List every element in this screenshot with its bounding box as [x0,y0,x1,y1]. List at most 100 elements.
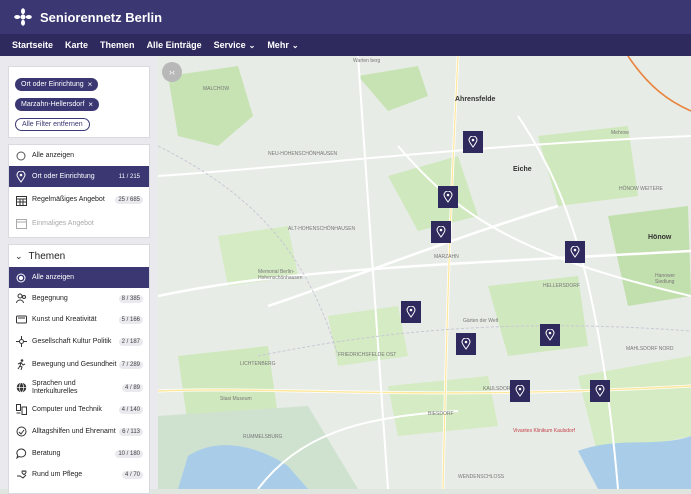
type-regelmaessiges-angebot[interactable]: Regelmäßiges Angebot 25 / 685 [9,187,149,213]
type-label: Einmaliges Angebot [32,219,94,227]
nav-mehr[interactable]: Mehr ⌄ [267,40,298,50]
themen-label: Computer und Technik [32,405,102,413]
globe-icon [15,382,27,394]
nav-themen[interactable]: Themen [100,40,135,50]
themen-kunst[interactable]: Kunst und Kreativität 5 / 166 [9,309,149,330]
care-hand-icon [15,469,27,481]
society-icon [15,336,27,348]
map-label: HELLERSDORF [543,283,580,289]
filter-chip-label: Ort oder Einrichtung [21,81,84,88]
map-marker[interactable] [540,324,560,346]
radio-icon [15,150,27,162]
map-label: Hanower Siedlung [655,273,676,285]
map-label: LICHTENBERG [240,361,276,367]
filter-sidebar: Ort oder Einrichtung × Marzahn-Hellersdor… [0,56,158,494]
map-label: FRIEDRICHSFELDE OST [338,352,397,358]
filter-chip[interactable]: Ort oder Einrichtung × [15,78,99,91]
map-label: BIESDORF [428,411,454,417]
filter-chip[interactable]: Marzahn-Hellersdorf × [15,98,100,111]
themen-header[interactable]: ⌄ Themen [9,245,149,267]
nav-startseite[interactable]: Startseite [12,40,53,50]
palette-icon [15,314,27,326]
count-badge: 6 / 113 [119,427,143,436]
themen-pflege[interactable]: Rund um Pflege 4 / 70 [9,464,149,485]
calendar-single-icon [15,218,27,230]
map-marker[interactable] [463,131,483,153]
close-icon[interactable]: × [88,80,93,89]
radio-icon [15,272,27,284]
count-badge: 10 / 180 [115,449,143,458]
themen-sprachen[interactable]: Sprachen und Interkulturelles 4 / 89 [9,376,149,399]
themen-all[interactable]: Alle anzeigen [9,267,149,288]
chevron-down-icon: ⌄ [248,40,256,50]
map-label: MAHLSDORF NORD [626,346,674,352]
themen-panel: ⌄ Themen Alle anzeigen Begegnung 8 / 385… [8,244,150,494]
seniorennetz-logo-icon[interactable] [14,8,32,26]
themen-label: Sprachen und Interkulturelles [32,379,78,395]
map-label: WENDENSCHLOSS [458,474,505,480]
map-marker[interactable] [510,380,530,402]
map-marker[interactable] [590,380,610,402]
map-marker[interactable] [401,301,421,323]
themen-label: Gesellschaft Kultur Politik [32,337,112,345]
map-label: MARZAHN [434,254,459,260]
location-pin-icon [443,191,453,203]
type-ort-oder-einrichtung[interactable]: Ort oder Einrichtung 11 / 215 [9,166,149,187]
close-icon[interactable]: × [88,100,93,109]
nav-service[interactable]: Service ⌄ [214,40,256,50]
map-label: NEU-HOHENSCHÖNHAUSEN [268,151,338,157]
map-base [158,56,691,489]
type-label: Alle anzeigen [32,151,75,159]
count-badge: 7 / 289 [118,360,143,369]
collapse-sidebar-button[interactable]: ›‹ [162,62,182,82]
themen-alltagshilfen[interactable]: Alltagshilfen und Ehrenamt 6 / 113 [9,420,149,443]
count-badge: 5 / 166 [118,315,143,324]
themen-beratung[interactable]: Beratung 10 / 180 [9,443,149,464]
map-label: Gärten der Welt [463,318,499,324]
nav-karte[interactable]: Karte [65,40,88,50]
map-label: Memorial Berlin-Hohenschönhausen [258,269,303,281]
count-badge: 4 / 140 [118,405,143,414]
map-marker[interactable] [456,333,476,355]
location-pin-icon [595,385,605,397]
themen-label: Rund um Pflege [32,470,83,478]
themen-bewegung[interactable]: Bewegung und Gesundheit 7 / 289 [9,353,149,376]
location-pin-icon [15,170,27,183]
type-label: Ort oder Einrichtung [32,172,95,180]
themen-gesellschaft[interactable]: Gesellschaft Kultur Politik 2 / 187 [9,330,149,353]
nav-label: Service [213,40,246,50]
location-pin-icon [545,329,555,341]
computer-icon [15,404,27,416]
location-pin-icon [468,136,478,148]
map-label: KAULSDORF [483,386,514,392]
map-label: Eiche [513,166,532,173]
count-badge: 4 / 89 [121,383,143,392]
chevron-down-icon: ⌄ [291,40,299,50]
themen-begegnung[interactable]: Begegnung 8 / 385 [9,288,149,309]
location-pin-icon [515,385,525,397]
map-label: Ahrensfelde [455,96,496,103]
type-all[interactable]: Alle anzeigen [9,145,149,166]
nav-label: Karte [65,40,89,50]
location-pin-icon [406,306,416,318]
map-label: ALT-HOHENSCHÖNHAUSEN [288,226,356,232]
site-title[interactable]: Seniorennetz Berlin [40,10,162,25]
map-view[interactable]: ›‹ Ahrensfelde Eiche Hönow Mehrow Hanowe… [158,56,691,489]
count-badge: 2 / 187 [118,337,143,346]
chevron-down-icon: ⌄ [15,250,23,261]
themen-label: Alltagshilfen und Ehrenamt [32,427,116,435]
map-marker[interactable] [565,241,585,263]
themen-label: Beratung [32,449,61,457]
map-marker[interactable] [431,221,451,243]
helping-hands-icon [15,426,27,438]
calendar-grid-icon [15,194,27,206]
map-marker[interactable] [438,186,458,208]
themen-label: Kunst und Kreativität [32,315,97,323]
filter-chip-label: Marzahn-Hellersdorf [21,101,85,108]
nav-alle-eintraege[interactable]: Alle Einträge [147,40,202,50]
themen-computer[interactable]: Computer und Technik 4 / 140 [9,399,149,420]
themen-label: Begegnung [32,294,68,302]
nav-label: Themen [100,40,135,50]
clear-filters-button[interactable]: Alle Filter entfernen [15,118,90,131]
count-badge: 11 / 215 [118,173,140,180]
